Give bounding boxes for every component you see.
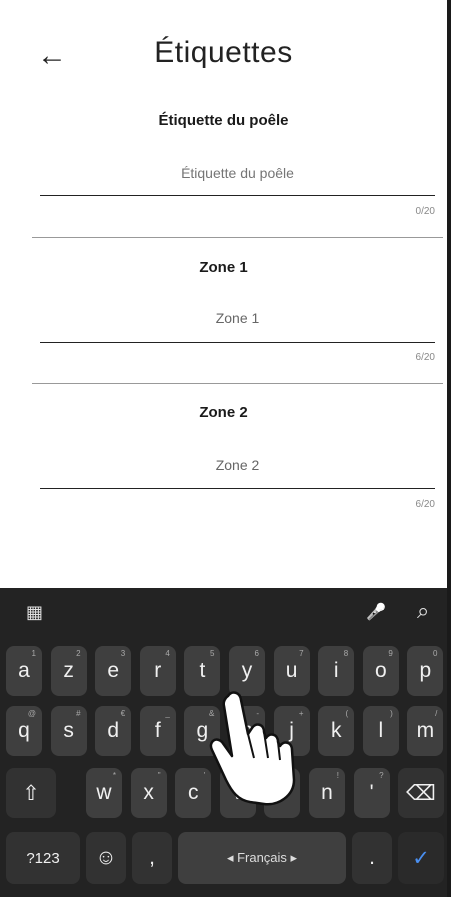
key-hint: "	[157, 771, 161, 780]
key-l[interactable]: l)	[362, 706, 399, 756]
key-w[interactable]: w *	[86, 768, 122, 818]
section-label-zone1: Zone 1	[199, 259, 248, 276]
key-hint: 3	[120, 649, 126, 658]
key-label: u	[285, 659, 298, 682]
key-hint: 7	[299, 649, 304, 658]
key-label: r	[154, 659, 162, 682]
key-label: .	[369, 846, 375, 869]
key-label: p	[419, 659, 432, 682]
zone2-label-input[interactable]	[40, 452, 435, 478]
key-label: l	[378, 719, 384, 742]
section-label-zone2: Zone 2	[199, 404, 248, 421]
key-label: ☺	[95, 846, 117, 869]
stove-label-input[interactable]	[40, 160, 435, 186]
key-n[interactable]: n!	[309, 768, 345, 818]
stove-label-underline	[40, 195, 435, 196]
key-label: ?123	[26, 849, 60, 867]
key-i[interactable]: i8	[318, 646, 355, 696]
zone2-label-counter: 6/20	[415, 499, 435, 510]
key-hint: (	[345, 709, 349, 718]
key-label: a	[18, 659, 30, 682]
key-label: q	[18, 719, 30, 742]
key-s[interactable]: s #	[50, 706, 87, 756]
stove-label-counter: 0/20	[415, 206, 435, 217]
key-hint: /	[435, 709, 438, 718]
hand-pointer-icon	[209, 691, 296, 806]
key-hint: €	[120, 709, 126, 718]
comma-key[interactable]: ,	[132, 832, 172, 884]
key-hint: *	[112, 771, 116, 780]
key-label: m	[416, 719, 435, 742]
key-hint: !	[336, 771, 339, 780]
key-hint: _	[165, 709, 170, 718]
key-label: w	[96, 781, 112, 804]
key-label: ✓	[412, 846, 430, 870]
key-f[interactable]: f _	[139, 706, 176, 756]
zone1-label-underline	[40, 342, 435, 343]
key-o[interactable]: o9	[362, 646, 399, 696]
key-r[interactable]: r4	[139, 646, 176, 696]
key-label: ◂ Français ▸	[226, 850, 298, 865]
key-d[interactable]: d €	[95, 706, 132, 756]
key-label: n	[321, 781, 333, 804]
key-hint: 1	[31, 649, 36, 658]
key-p[interactable]: p0	[407, 646, 444, 696]
header: ← Étiquettes	[0, 0, 447, 110]
key-e[interactable]: e3	[95, 646, 132, 696]
key-x[interactable]: x "	[130, 768, 167, 818]
key-hint: 5	[209, 649, 215, 658]
keyboard-toolbar: ▦ 🎤 ⌕	[0, 588, 447, 638]
section-divider	[32, 237, 443, 238]
key-a[interactable]: a1	[6, 646, 42, 696]
enter-key[interactable]: ✓	[398, 832, 444, 884]
emoji-key[interactable]: ☺	[86, 832, 126, 884]
key-hint: 8	[343, 649, 349, 658]
key-apostrophe[interactable]: '?	[353, 768, 390, 818]
zone1-label-counter: 6/20	[415, 352, 435, 363]
key-z[interactable]: z2	[50, 646, 87, 696]
key-hint: 2	[76, 649, 81, 658]
key-label: y	[241, 659, 253, 682]
key-hint: @	[27, 709, 36, 718]
space-key[interactable]: ◂ Français ▸	[178, 832, 346, 884]
app-screen: ← Étiquettes Étiquette du poêle 0/20 Zon…	[0, 0, 451, 897]
key-label: d	[107, 719, 120, 742]
key-hint: 0	[432, 649, 438, 658]
key-label: t	[199, 659, 206, 682]
key-hint: ?	[379, 771, 384, 780]
symbols-key[interactable]: ?123	[6, 832, 80, 884]
key-label: x	[143, 781, 154, 804]
key-label: '	[369, 781, 374, 804]
key-label: ⌫	[406, 781, 436, 805]
key-label: s	[63, 719, 74, 742]
key-hint: 6	[254, 649, 259, 658]
key-k[interactable]: k(	[318, 706, 355, 756]
key-label: f	[154, 719, 161, 742]
section-divider	[32, 383, 443, 384]
zone2-label-underline	[40, 488, 435, 489]
shift-key[interactable]: ⇧	[6, 768, 56, 818]
search-icon[interactable]: ⌕	[417, 598, 429, 624]
key-hint: )	[390, 709, 393, 718]
key-hint: 4	[165, 649, 170, 658]
microphone-icon[interactable]: 🎤	[366, 602, 386, 622]
key-q[interactable]: q @	[6, 706, 42, 756]
page-title: Étiquettes	[154, 36, 293, 69]
grid-icon[interactable]: ▦	[26, 602, 43, 623]
key-label: ,	[149, 846, 155, 869]
period-key[interactable]: .	[352, 832, 392, 884]
key-label: i	[333, 659, 339, 682]
key-m[interactable]: m /	[407, 706, 444, 756]
key-label: e	[107, 659, 120, 682]
key-label: z	[63, 659, 74, 682]
key-label: k	[330, 719, 342, 742]
key-label: o	[374, 659, 387, 682]
key-label: ⇧	[22, 781, 40, 805]
section-label-stove: Étiquette du poêle	[158, 112, 289, 129]
backspace-key[interactable]: ⌫	[398, 768, 444, 818]
key-hint: 9	[388, 649, 393, 658]
key-hint: #	[76, 709, 81, 718]
key-label: c	[187, 781, 199, 804]
zone1-label-input[interactable]	[40, 305, 435, 331]
